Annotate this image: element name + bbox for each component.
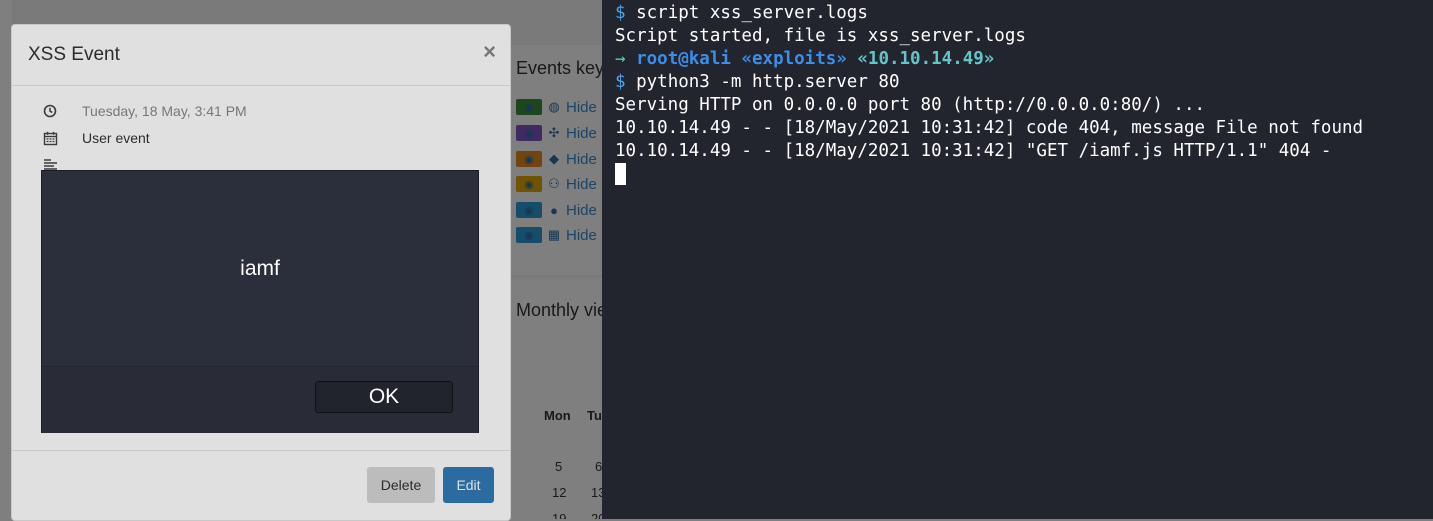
terminal-line: Serving HTTP on 0.0.0.0 port 80 (http://… (615, 95, 1206, 115)
prompt-dollar: $ (615, 3, 626, 23)
ok-button[interactable]: OK (315, 381, 453, 413)
prompt-dollar: $ (615, 72, 626, 92)
terminal-command: script xss_server.logs (636, 3, 868, 23)
alert-message: iamf (240, 257, 280, 280)
alert-dialog: iamf OK (41, 170, 479, 433)
terminal-line: Script started, file is xss_server.logs (615, 26, 1026, 46)
terminal-line: $ python3 -m http.server 80 (615, 71, 900, 94)
terminal-window[interactable]: $ script xss_server.logs Script started,… (602, 0, 1433, 519)
terminal-line: 10.10.14.49 - - [18/May/2021 10:31:42] c… (615, 118, 1364, 138)
terminal-line: 10.10.14.49 - - [18/May/2021 10:31:42] "… (615, 141, 1332, 161)
terminal-cursor (615, 163, 626, 185)
terminal-line: $ script xss_server.logs (615, 2, 868, 25)
terminal-prompt-line: → root@kali «exploits» «10.10.14.49» (615, 48, 994, 71)
prompt-cwd: «exploits» (741, 49, 847, 69)
terminal-command: python3 -m http.server 80 (636, 72, 900, 92)
prompt-arrow-icon: → (615, 49, 626, 69)
prompt-ip: «10.10.14.49» (857, 49, 995, 69)
prompt-user-host: root@kali (636, 49, 731, 69)
